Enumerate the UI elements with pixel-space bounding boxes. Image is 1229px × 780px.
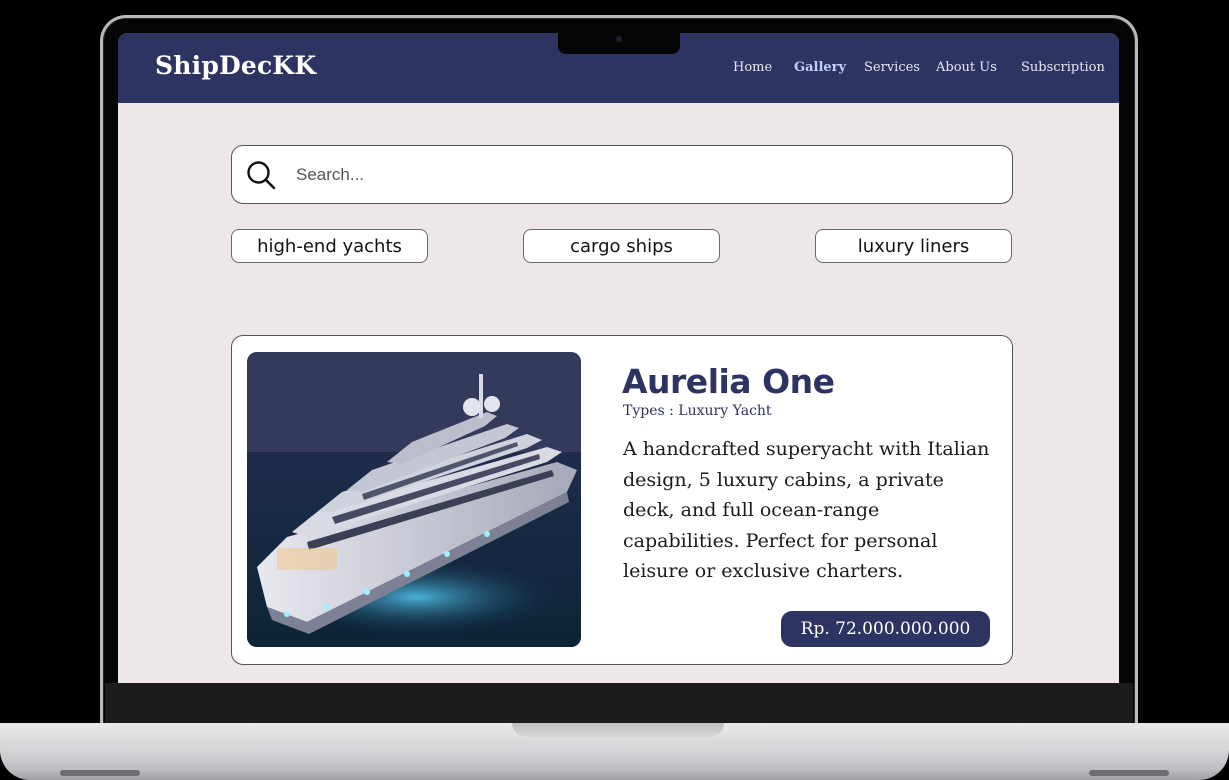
- laptop-base-notch: [512, 723, 724, 737]
- ship-description: A handcrafted superyacht with Italian de…: [623, 438, 990, 582]
- laptop-bezel: [105, 683, 1133, 727]
- nav-link-gallery[interactable]: Gallery: [794, 60, 846, 75]
- ship-card[interactable]: Aurelia One Types : Luxury Yacht A handc…: [231, 335, 1013, 665]
- camera-notch: [558, 33, 680, 54]
- yacht-illustration: [247, 352, 581, 647]
- filter-chip-high-end-yachts[interactable]: high-end yachts: [231, 229, 428, 263]
- nav-link-about-us[interactable]: About Us: [936, 60, 997, 75]
- camera-icon: [616, 36, 622, 42]
- nav-link-subscription[interactable]: Subscription: [1021, 60, 1105, 75]
- filter-chip-luxury-liners[interactable]: luxury liners: [815, 229, 1012, 263]
- search-bar[interactable]: [231, 145, 1013, 204]
- laptop-foot-left: [60, 770, 140, 776]
- logo[interactable]: ShipDecKK: [155, 51, 316, 80]
- search-input[interactable]: [296, 158, 996, 192]
- ship-title: Aurelia One: [622, 362, 835, 401]
- filter-chip-cargo-ships[interactable]: cargo ships: [523, 229, 720, 263]
- laptop-foot-right: [1089, 770, 1169, 776]
- ship-type: Types : Luxury Yacht: [623, 403, 772, 419]
- nav-link-services[interactable]: Services: [864, 60, 920, 75]
- search-icon[interactable]: [246, 160, 276, 190]
- price-badge[interactable]: Rp. 72.000.000.000: [781, 611, 990, 647]
- luxury-yacht-photo: [247, 352, 581, 647]
- screen: ShipDecKK Home Gallery Services About Us…: [118, 33, 1119, 683]
- nav-link-home[interactable]: Home: [733, 60, 772, 75]
